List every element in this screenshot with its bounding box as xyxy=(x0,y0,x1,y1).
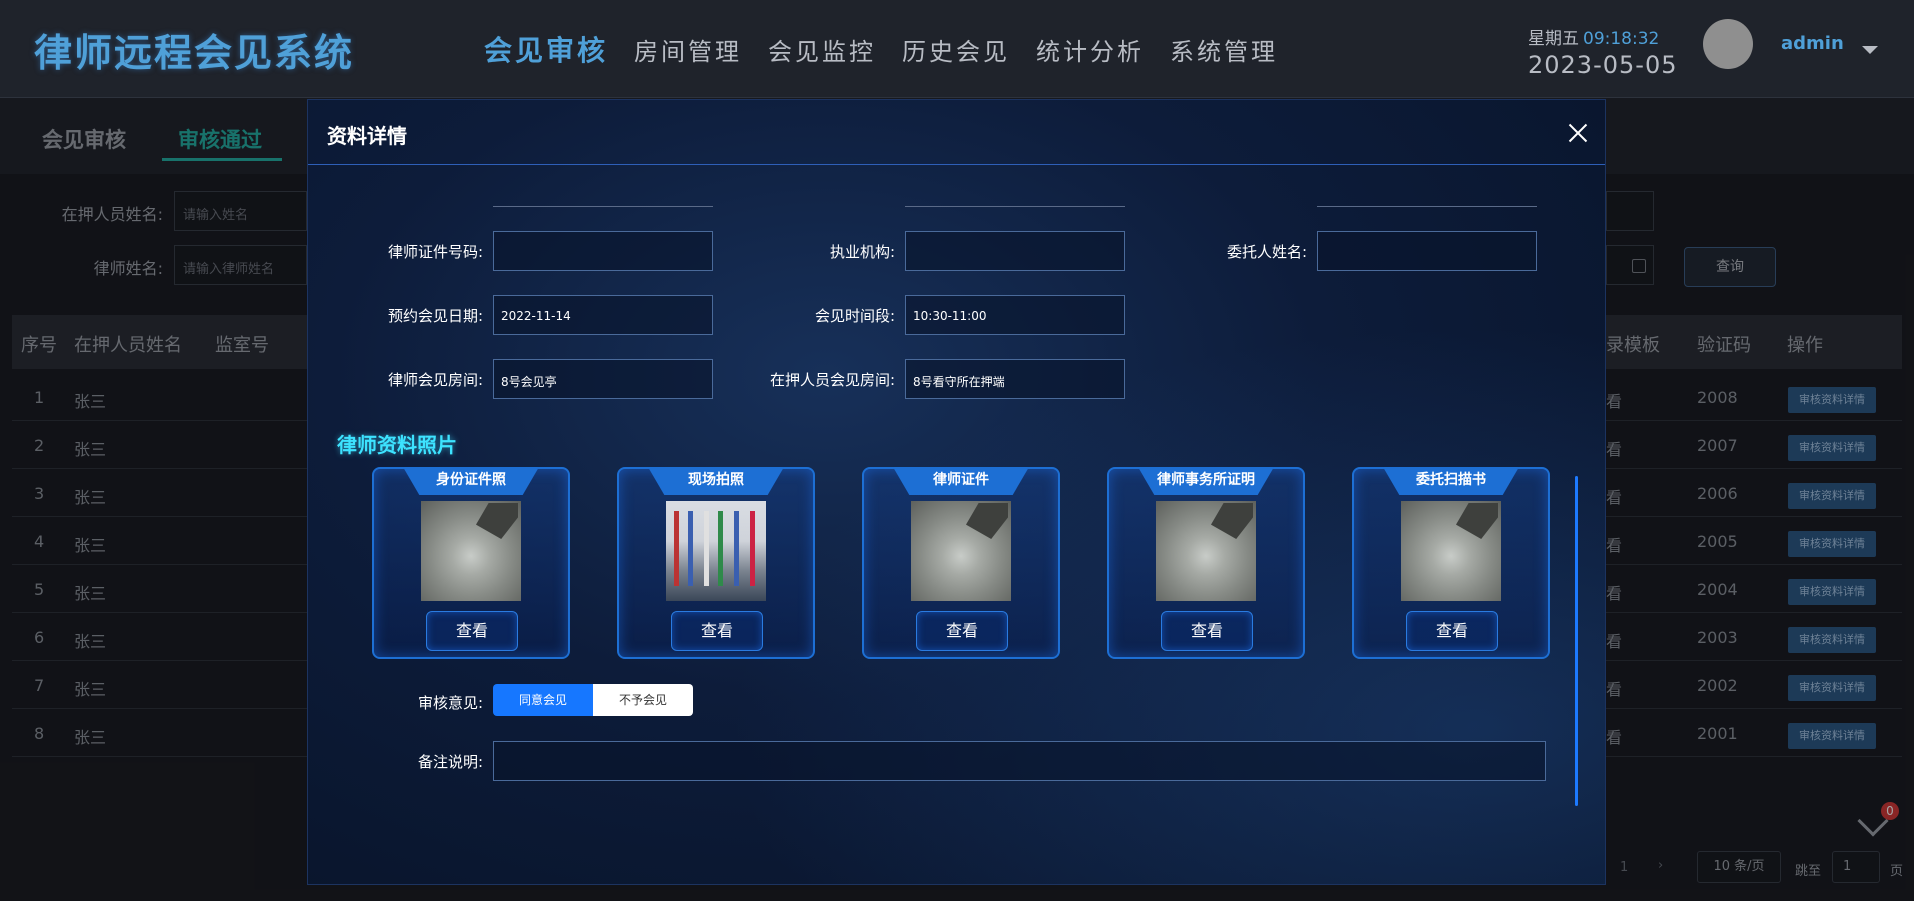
photo-card-title: 现场拍照 xyxy=(648,467,784,495)
license-no-field xyxy=(493,231,713,271)
photo-section-title: 律师资料照片 xyxy=(337,433,457,457)
chevron-down-icon[interactable] xyxy=(1862,46,1878,54)
clock-weekday: 星期五 xyxy=(1528,29,1579,49)
nav-item-meeting-history[interactable]: 历史会见 xyxy=(902,32,1010,69)
modal-scrollbar[interactable] xyxy=(1575,476,1578,806)
close-icon[interactable] xyxy=(1563,118,1593,148)
nav-item-system-management[interactable]: 系统管理 xyxy=(1170,32,1278,69)
username[interactable]: admin xyxy=(1781,33,1844,54)
remark-input[interactable] xyxy=(493,741,1546,781)
modal-title: 资料详情 xyxy=(327,124,407,148)
photo-card-title: 律师证件 xyxy=(893,467,1029,495)
remark-label: 备注说明: xyxy=(417,753,483,771)
nav-item-meeting-monitor[interactable]: 会见监控 xyxy=(768,32,876,69)
modal-header: 资料详情 xyxy=(308,100,1605,165)
lawyer-room-label: 律师会见房间: xyxy=(387,371,483,389)
client-name-label: 委托人姓名: xyxy=(1226,243,1307,261)
appointment-date-field: 2022-11-14 xyxy=(493,295,713,335)
photo-card-id: 身份证件照 查看 xyxy=(372,467,570,659)
nav-item-statistics[interactable]: 统计分析 xyxy=(1036,32,1144,69)
firm-field xyxy=(905,231,1125,271)
clock-date: 2023-05-05 xyxy=(1528,51,1678,79)
detainee-room-field: 8号看守所在押端 xyxy=(905,359,1125,399)
reject-meeting-button[interactable]: 不予会见 xyxy=(593,684,693,716)
firm-label: 执业机构: xyxy=(829,243,895,261)
license-no-label: 律师证件号码: xyxy=(387,243,483,261)
clock-time: 09:18:32 xyxy=(1583,29,1660,49)
top-bar: 律师远程会见系统 会见审核 房间管理 会见监控 历史会见 统计分析 系统管理 星… xyxy=(0,0,1914,98)
detail-modal: 资料详情 律师证件号码: 执业机构: 委托人姓名: 预约会见日期: 2022-1… xyxy=(307,99,1606,885)
firm-proof-thumbnail[interactable] xyxy=(1156,501,1256,601)
clock: 星期五 09:18:32 2023-05-05 xyxy=(1528,24,1677,79)
field-underline xyxy=(493,206,713,207)
nav-item-room-management[interactable]: 房间管理 xyxy=(634,32,742,69)
id-photo-thumbnail[interactable] xyxy=(421,501,521,601)
photo-card-license: 律师证件 查看 xyxy=(862,467,1060,659)
approve-meeting-button[interactable]: 同意会见 xyxy=(493,684,593,716)
time-slot-label: 会见时间段: xyxy=(814,307,895,325)
nav-item-meeting-review[interactable]: 会见审核 xyxy=(484,29,608,69)
photo-card-title: 身份证件照 xyxy=(403,467,539,495)
photo-card-title: 律师事务所证明 xyxy=(1138,467,1274,495)
app-title: 律师远程会见系统 xyxy=(34,31,355,75)
view-button[interactable]: 查看 xyxy=(426,611,518,651)
field-underline xyxy=(905,206,1125,207)
avatar[interactable] xyxy=(1703,19,1753,69)
main-nav: 会见审核 房间管理 会见监控 历史会见 统计分析 系统管理 xyxy=(484,32,1304,69)
time-slot-field: 10:30-11:00 xyxy=(905,295,1125,335)
field-underline xyxy=(1317,206,1537,207)
view-button[interactable]: 查看 xyxy=(671,611,763,651)
view-button[interactable]: 查看 xyxy=(1161,611,1253,651)
review-opinion-label: 审核意见: xyxy=(417,694,483,712)
client-name-field xyxy=(1317,231,1537,271)
lawyer-room-field: 8号会见亭 xyxy=(493,359,713,399)
license-photo-thumbnail[interactable] xyxy=(911,501,1011,601)
photo-card-title: 委托扫描书 xyxy=(1383,467,1519,495)
photo-card-onsite: 现场拍照 查看 xyxy=(617,467,815,659)
view-button[interactable]: 查看 xyxy=(916,611,1008,651)
detainee-room-label: 在押人员会见房间: xyxy=(769,371,895,389)
onsite-photo-thumbnail[interactable] xyxy=(666,501,766,601)
photo-card-power-of-attorney: 委托扫描书 查看 xyxy=(1352,467,1550,659)
photo-card-firm-proof: 律师事务所证明 查看 xyxy=(1107,467,1305,659)
view-button[interactable]: 查看 xyxy=(1406,611,1498,651)
power-of-attorney-thumbnail[interactable] xyxy=(1401,501,1501,601)
appointment-date-label: 预约会见日期: xyxy=(387,307,483,325)
